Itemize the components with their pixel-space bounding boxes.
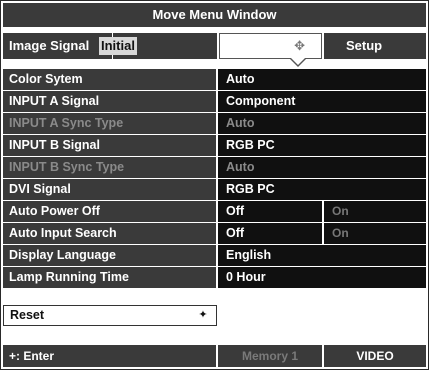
tab-setup[interactable]: Setup (324, 33, 426, 59)
setting-value: 0 Hour (218, 267, 426, 288)
settings-list: Color Sytem Auto INPUT A Signal Componen… (3, 69, 426, 289)
tab-image-signal-label: Image Signal (9, 38, 90, 53)
setting-row-input-b-sync-type: INPUT B Sync Type Auto (3, 157, 426, 178)
window-title: Move Menu Window (3, 3, 426, 27)
setting-label: Auto Input Search (3, 223, 216, 244)
tab-selected-placeholder[interactable]: ✥ (219, 33, 322, 67)
setting-label: INPUT B Sync Type (3, 157, 216, 178)
memory-indicator: Memory 1 (218, 345, 322, 367)
setting-label: INPUT A Signal (3, 91, 216, 112)
cursor-icon: ✦ (198, 309, 208, 321)
setting-label: Lamp Running Time (3, 267, 216, 288)
enter-hint: +: Enter (3, 345, 216, 367)
setting-value[interactable]: RGB PC (218, 135, 426, 156)
setting-row-auto-power-off[interactable]: Auto Power Off Off On (3, 201, 426, 222)
setting-label: Auto Power Off (3, 201, 216, 222)
option-off[interactable]: Off (218, 201, 322, 222)
setting-label: INPUT A Sync Type (3, 113, 216, 134)
option-on[interactable]: On (324, 223, 426, 244)
reset-label: Reset (10, 308, 45, 322)
setting-value: Auto (218, 113, 426, 134)
setting-row-input-b-signal[interactable]: INPUT B Signal RGB PC (3, 135, 426, 156)
tab-row: Image Signal Initial ✥ Setup (3, 29, 426, 67)
setting-value[interactable]: RGB PC (218, 179, 426, 200)
option-off[interactable]: Off (218, 223, 322, 244)
tab-initial[interactable]: Initial (99, 33, 217, 59)
setting-row-dvi-signal[interactable]: DVI Signal RGB PC (3, 179, 426, 200)
tab-initial-label: Initial (99, 37, 137, 55)
move-icon: ✥ (294, 38, 305, 53)
setting-row-lamp-running-time: Lamp Running Time 0 Hour (3, 267, 426, 288)
tab-pointer-inner (291, 58, 305, 65)
setting-value[interactable]: Auto (218, 69, 426, 90)
setting-value[interactable]: English (218, 245, 426, 266)
setting-row-display-language[interactable]: Display Language English (3, 245, 426, 266)
setting-value[interactable]: Component (218, 91, 426, 112)
setting-row-color-system[interactable]: Color Sytem Auto (3, 69, 426, 90)
move-menu-window: Move Menu Window Image Signal Initial ✥ … (0, 0, 429, 370)
tab-setup-label: Setup (346, 38, 383, 53)
setting-value: Auto (218, 157, 426, 178)
tab-image-signal[interactable]: Image Signal (3, 33, 112, 59)
setting-row-input-a-sync-type: INPUT A Sync Type Auto (3, 113, 426, 134)
footer-bar: +: Enter Memory 1 VIDEO (3, 345, 426, 367)
reset-button[interactable]: Reset ✦ (3, 305, 217, 326)
option-on[interactable]: On (324, 201, 426, 222)
setting-label: Display Language (3, 245, 216, 266)
setting-label: DVI Signal (3, 179, 216, 200)
setting-row-auto-input-search[interactable]: Auto Input Search Off On (3, 223, 426, 244)
source-indicator: VIDEO (324, 345, 426, 367)
setting-row-input-a-signal[interactable]: INPUT A Signal Component (3, 91, 426, 112)
setting-label: Color Sytem (3, 69, 216, 90)
setting-label: INPUT B Signal (3, 135, 216, 156)
